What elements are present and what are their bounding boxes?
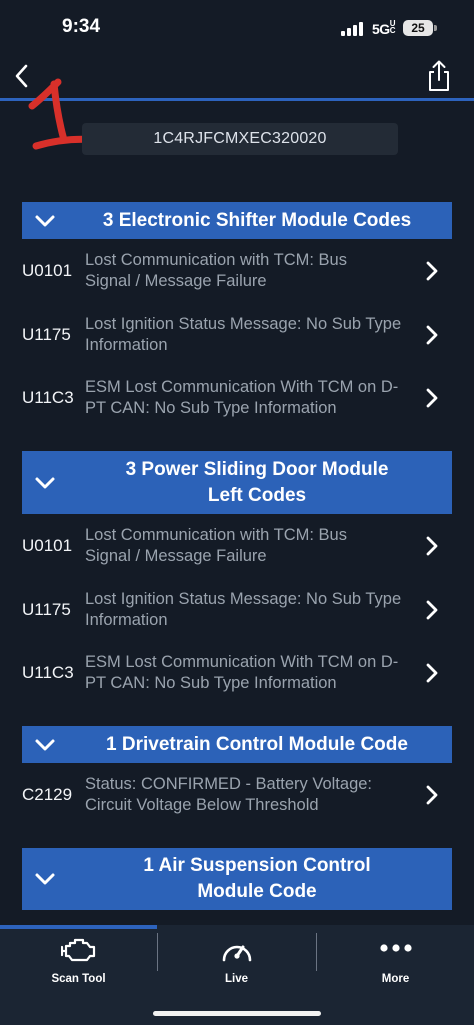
chevron-right-icon xyxy=(426,325,438,345)
tab-label: Scan Tool xyxy=(51,973,106,985)
code-id: U0101 xyxy=(22,536,73,555)
section-title: 3 Electronic Shifter Module Codes xyxy=(102,209,412,231)
status-bar: 9:34 5GUC 25 xyxy=(0,0,474,56)
section-title: 1 Drivetrain Control Module Code xyxy=(106,733,408,755)
code-row[interactable]: C2129 Status: CONFIRMED - Battery Voltag… xyxy=(0,764,474,826)
code-id: U1175 xyxy=(22,600,71,619)
section-title: 1 Air Suspension Control Module Code xyxy=(143,855,371,902)
code-id: U1175 xyxy=(22,325,71,344)
gauge-icon xyxy=(222,945,251,962)
code-description: Lost Communication with TCM: Bus Signal /… xyxy=(85,251,347,290)
code-description: Status: CONFIRMED - Battery Voltage: Circ… xyxy=(85,775,373,814)
status-time: 9:34 xyxy=(62,16,101,37)
chevron-right-icon xyxy=(426,600,438,620)
network-type: 5GUC xyxy=(372,19,395,38)
code-row[interactable]: U0101 Lost Communication with TCM: Bus Si… xyxy=(0,515,474,577)
home-indicator[interactable] xyxy=(153,1011,321,1016)
chevron-down-icon xyxy=(35,873,55,885)
section-header-power-sliding-door[interactable]: 3 Power Sliding Door Module Left Codes xyxy=(22,451,452,514)
chevron-down-icon xyxy=(35,215,55,226)
tab-label: More xyxy=(381,973,410,985)
code-row[interactable]: U1175 Lost Ignition Status Message: No S… xyxy=(0,304,474,366)
code-row[interactable]: U0101 Lost Communication with TCM: Bus Si… xyxy=(0,240,474,302)
tab-more[interactable]: More xyxy=(317,928,474,998)
tab-scan-tool[interactable]: Scan Tool xyxy=(0,928,157,998)
code-row[interactable]: U11C3 ESM Lost Communication With TCM on… xyxy=(0,642,474,704)
code-description: ESM Lost Communication With TCM on D- PT … xyxy=(85,653,399,692)
chevron-right-icon xyxy=(426,261,438,281)
share-icon xyxy=(429,60,449,91)
code-row[interactable]: U11C3 ESM Lost Communication With TCM on… xyxy=(0,367,474,429)
chevron-right-icon xyxy=(426,663,438,683)
share-button[interactable] xyxy=(424,58,454,94)
chevron-down-icon xyxy=(35,477,55,488)
code-id: U11C3 xyxy=(22,388,74,407)
chevron-right-icon xyxy=(426,388,438,408)
code-row[interactable]: U1175 Lost Ignition Status Message: No S… xyxy=(0,579,474,641)
section-header-electronic-shifter[interactable]: 3 Electronic Shifter Module Codes xyxy=(22,202,452,239)
battery-icon: 25 xyxy=(403,20,433,36)
vin-display: 1C4RJFCMXEC320020 xyxy=(82,123,398,155)
code-id: U0101 xyxy=(22,261,73,280)
chevron-right-icon xyxy=(426,785,438,805)
tab-label: Live xyxy=(224,973,248,985)
code-description: Lost Ignition Status Message: No Sub Typ… xyxy=(85,315,402,354)
battery-nub xyxy=(434,25,437,31)
section-header-air-suspension[interactable]: 1 Air Suspension Control Module Code xyxy=(22,848,452,910)
chevron-right-icon xyxy=(426,536,438,556)
chevron-down-icon xyxy=(35,739,55,750)
cellular-signal-icon xyxy=(341,22,367,36)
code-description: Lost Communication with TCM: Bus Signal /… xyxy=(85,526,347,565)
code-description: ESM Lost Communication With TCM on D- PT … xyxy=(85,378,399,417)
more-dots-icon xyxy=(379,944,412,952)
code-id: U11C3 xyxy=(22,663,74,682)
section-title: 3 Power Sliding Door Module Left Codes xyxy=(125,458,389,506)
tab-live[interactable]: Live xyxy=(158,928,315,998)
engine-icon xyxy=(60,938,95,962)
code-description: Lost Ignition Status Message: No Sub Typ… xyxy=(85,590,402,629)
section-header-drivetrain-control[interactable]: 1 Drivetrain Control Module Code xyxy=(22,726,452,763)
code-id: C2129 xyxy=(22,785,73,804)
